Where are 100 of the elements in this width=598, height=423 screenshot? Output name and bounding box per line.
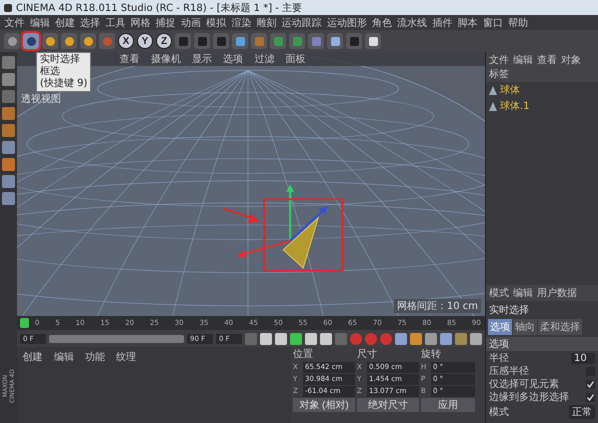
coordinate-header: 位置 xyxy=(293,349,314,361)
tool-button[interactable] xyxy=(61,33,77,49)
material-menu-item[interactable]: 纹理 xyxy=(114,350,139,364)
size-mode-dropdown[interactable]: 绝对尺寸 xyxy=(357,398,419,412)
tool-button[interactable] xyxy=(80,33,96,49)
viewport-menu-item[interactable]: 查看 xyxy=(117,52,142,66)
attribute-title: 实时选择 xyxy=(488,304,530,317)
tool-icon xyxy=(348,36,360,46)
menu-item[interactable]: 文件 xyxy=(2,16,28,30)
panel-menu-item[interactable]: 用户数据 xyxy=(537,286,577,300)
tool-button[interactable] xyxy=(365,33,381,49)
tool-icon xyxy=(310,36,322,46)
record-button[interactable] xyxy=(365,332,377,344)
object-name[interactable]: 球体.1 xyxy=(500,99,530,113)
menu-item[interactable]: 插件 xyxy=(430,16,455,30)
tool-icon xyxy=(26,36,36,46)
panel-menu-item[interactable]: 编辑 xyxy=(513,286,533,300)
playback-button[interactable] xyxy=(320,332,332,344)
menu-item[interactable]: 运动图形 xyxy=(324,16,370,30)
panel-menu-item[interactable]: 模式 xyxy=(489,286,509,300)
material-menu-item[interactable]: 功能 xyxy=(82,350,108,364)
panel-menu-item[interactable]: 查看 xyxy=(537,53,557,67)
attribute-tab[interactable]: 选项 xyxy=(488,319,512,335)
panel-menu-item[interactable]: 编辑 xyxy=(513,53,533,67)
playhead[interactable] xyxy=(20,318,29,328)
tooltip-text: 实时选择 xyxy=(40,54,81,66)
material-menu-item[interactable]: 创建 xyxy=(20,350,46,364)
attribute-tab[interactable]: 轴向 xyxy=(513,319,537,335)
tool-button[interactable] xyxy=(23,33,39,49)
tool-icon xyxy=(216,36,226,46)
pointer-arrow xyxy=(222,207,260,224)
tool-button[interactable] xyxy=(327,33,343,49)
field-label: 模式 xyxy=(489,406,510,418)
menu-item[interactable]: 流水线 xyxy=(394,16,430,30)
viewport-menu-item[interactable]: 面板 xyxy=(282,52,308,66)
key-mode-button[interactable] xyxy=(425,332,437,344)
menu-item[interactable]: 编辑 xyxy=(27,16,52,30)
key-mode-button[interactable] xyxy=(470,332,482,344)
key-mode-button[interactable] xyxy=(410,332,422,344)
field-label: 压感半径 xyxy=(489,366,530,377)
panel-menu-item[interactable]: 标签 xyxy=(489,67,509,81)
key-mode-button[interactable] xyxy=(455,332,467,344)
selected-polygon xyxy=(282,216,320,269)
viewport-menu-item[interactable]: 选项 xyxy=(220,52,246,66)
playback-button[interactable] xyxy=(275,332,287,344)
axis-button[interactable]: Y xyxy=(137,33,153,49)
menu-item[interactable]: 角色 xyxy=(369,16,395,30)
menu-item[interactable]: 窗口 xyxy=(480,16,506,30)
menu-item[interactable]: 渲染 xyxy=(228,16,254,30)
menu-item[interactable]: 运动跟踪 xyxy=(279,16,324,30)
number-field[interactable]: 10 xyxy=(571,353,595,364)
playback-button[interactable] xyxy=(305,332,317,344)
field-label: 半径 xyxy=(489,353,510,364)
window-title: CINEMA 4D R18.011 Studio (RC - R18) - [未标题 1 *] - 主要 xyxy=(16,2,302,14)
menu-item[interactable]: 工具 xyxy=(102,16,128,30)
playback-button[interactable] xyxy=(260,332,272,344)
menu-item[interactable]: 创建 xyxy=(52,16,78,30)
menu-item[interactable]: 模拟 xyxy=(204,16,229,30)
menu-item[interactable]: 动画 xyxy=(178,16,204,30)
axis-button[interactable]: X xyxy=(118,33,134,49)
mode-dropdown[interactable]: 对象 (相对) xyxy=(293,398,355,412)
playback-button[interactable] xyxy=(290,332,302,344)
checkbox[interactable] xyxy=(586,393,595,402)
menu-item[interactable]: 选择 xyxy=(78,16,103,30)
tool-icon xyxy=(330,36,340,46)
panel-menu-item[interactable]: 文件 xyxy=(489,53,509,67)
checkbox[interactable] xyxy=(586,380,595,389)
material-menu-item[interactable]: 编辑 xyxy=(51,350,76,364)
tool-icon xyxy=(82,36,94,46)
menu-item[interactable]: 雕刻 xyxy=(254,16,280,30)
object-name[interactable]: 球体 xyxy=(500,83,520,97)
mode-dropdown[interactable]: 正常 xyxy=(569,405,595,419)
record-button[interactable] xyxy=(350,332,362,344)
record-button[interactable] xyxy=(380,332,392,344)
menu-item[interactable]: 脚本 xyxy=(455,16,480,30)
field-label: 边缘到多边形选择 xyxy=(489,392,570,403)
tool-button[interactable] xyxy=(232,33,248,49)
tool-icon xyxy=(272,36,284,46)
tool-icon xyxy=(234,36,246,46)
range-bar[interactable] xyxy=(49,334,184,342)
tool-icon xyxy=(44,36,56,46)
apply-button[interactable]: 应用 xyxy=(421,398,475,412)
tool-icon xyxy=(368,36,378,46)
field-label: 仅选择可见元素 xyxy=(489,379,560,390)
key-mode-button[interactable] xyxy=(440,332,452,344)
app-icon xyxy=(4,4,12,12)
viewport-menu-item[interactable]: 显示 xyxy=(189,52,215,66)
coordinate-header: 尺寸 xyxy=(357,349,378,361)
axis-button[interactable]: Z xyxy=(156,33,172,49)
panel-menu-item[interactable]: 对象 xyxy=(561,53,581,67)
menu-item[interactable]: 捕捉 xyxy=(153,16,178,30)
tool-button[interactable] xyxy=(42,33,58,49)
menu-item[interactable]: 帮助 xyxy=(505,16,531,30)
viewport-menu-item[interactable]: 过滤 xyxy=(252,52,277,66)
key-mode-button[interactable] xyxy=(395,332,407,344)
tool-button[interactable] xyxy=(4,33,20,49)
attribute-tab[interactable]: 柔和选择 xyxy=(538,319,582,335)
tool-icon xyxy=(196,36,208,46)
menu-item[interactable]: 网格 xyxy=(128,16,154,30)
viewport-menu-item[interactable]: 摄像机 xyxy=(148,52,184,66)
